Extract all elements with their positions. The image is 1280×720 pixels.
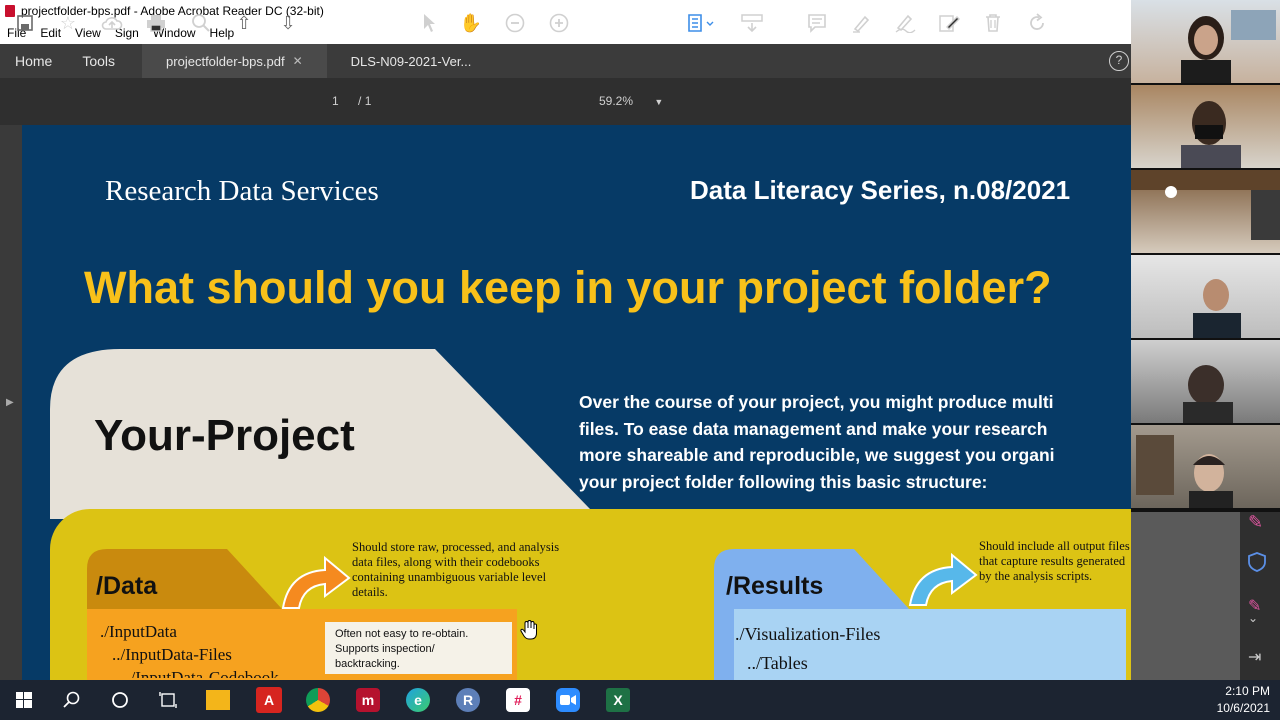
list-item: ../InputData-Codebook: [122, 668, 279, 678]
fill-sign-icon[interactable]: [894, 12, 916, 34]
delete-trash-icon[interactable]: [982, 12, 1004, 34]
chevron-down-icon: ▼: [654, 97, 664, 107]
clock-date: 10/6/2021: [1216, 701, 1270, 715]
comment-icon[interactable]: [806, 12, 828, 34]
hand-tool-icon[interactable]: ✋: [460, 12, 482, 34]
right-tools-rail: ✎ ✎ ⌄ ⇥: [1240, 512, 1280, 680]
zoom-level-select[interactable]: 59.2% ▼: [599, 94, 663, 108]
search-icon[interactable]: [60, 688, 84, 712]
highlight-pen-icon[interactable]: [850, 12, 872, 34]
excel-icon[interactable]: X: [606, 688, 630, 712]
slack-icon[interactable]: #: [506, 688, 530, 712]
participant-video-tile[interactable]: [1131, 0, 1280, 83]
close-tab-icon[interactable]: ✕: [293, 54, 303, 68]
results-folder-title: /Results: [726, 572, 824, 600]
edge-icon[interactable]: e: [406, 688, 430, 712]
prev-page-icon[interactable]: ⇧: [233, 12, 255, 34]
zoom-out-icon[interactable]: [504, 12, 526, 34]
acrobat-taskbar-icon[interactable]: A: [256, 687, 282, 713]
tab-projectfolder[interactable]: projectfolder-bps.pdf ✕: [142, 44, 327, 78]
intro-line: your project folder following this basic…: [579, 471, 988, 492]
pdf-page: Research Data Services Data Literacy Ser…: [22, 125, 1131, 680]
list-item: ../Tables: [747, 653, 808, 673]
zoom-search-icon[interactable]: [190, 12, 212, 34]
clock-time: 2:10 PM: [1225, 684, 1270, 698]
data-note-box: Often not easy to re-obtain. Supports in…: [325, 622, 512, 674]
next-page-icon[interactable]: ⇩: [277, 12, 299, 34]
edit-pdf-icon[interactable]: [938, 12, 960, 34]
upload-cloud-icon[interactable]: [101, 12, 123, 34]
results-folder-list: ./Visualization-Files ../Tables: [735, 620, 880, 678]
intro-paragraph: Over the course of your project, you mig…: [579, 389, 1131, 495]
tab-label: projectfolder-bps.pdf: [166, 53, 285, 69]
task-view-icon[interactable]: [156, 688, 180, 712]
participant-video-tile[interactable]: [1131, 425, 1280, 508]
chrome-icon[interactable]: [306, 688, 330, 712]
series-title: Data Literacy Series, n.08/2021: [690, 175, 1071, 205]
curved-arrow-icon: [281, 555, 351, 609]
page-total: / 1: [358, 94, 372, 108]
scroll-mode-icon[interactable]: [740, 12, 764, 34]
nav-tools[interactable]: Tools: [67, 53, 130, 69]
list-item: ../InputData-Files: [112, 645, 232, 664]
page-indicator: 1 / 1: [332, 94, 371, 108]
hand-cursor-icon: [520, 620, 537, 640]
select-cursor-icon[interactable]: [418, 12, 440, 34]
toolbar: [0, 78, 1131, 125]
save-icon[interactable]: [14, 12, 36, 34]
data-folder-list: ./InputData ../InputData-Files ../InputD…: [100, 620, 279, 678]
data-folder-title: /Data: [96, 572, 158, 600]
mendeley-icon[interactable]: m: [356, 688, 380, 712]
protect-shield-icon[interactable]: [1248, 552, 1266, 577]
data-folder-description: Should store raw, processed, and analysi…: [352, 540, 560, 599]
list-item: ./Visualization-Files: [735, 624, 881, 644]
collapse-panel-icon[interactable]: ⇥: [1248, 647, 1261, 667]
tab-label: DLS-N09-2021-Ver...: [350, 53, 472, 69]
sign-pen-icon[interactable]: ✎: [1248, 512, 1263, 533]
page-headline: What should you keep in your project fol…: [84, 262, 1052, 313]
cortana-icon[interactable]: [108, 688, 132, 712]
participant-video-tile[interactable]: [1131, 85, 1280, 168]
rotate-icon[interactable]: [1026, 12, 1048, 34]
zoom-level-value: 59.2%: [599, 94, 634, 108]
participant-video-tile[interactable]: [1131, 170, 1280, 253]
project-title: Your-Project: [94, 411, 355, 460]
participant-video-tile[interactable]: [1131, 340, 1280, 423]
expand-panel-icon[interactable]: ▶: [6, 397, 14, 408]
intro-line: files. To ease data management and make …: [579, 418, 1048, 439]
tab-bar: Home Tools projectfolder-bps.pdf ✕ DLS-N…: [0, 44, 1131, 78]
left-panel-collapsed[interactable]: ▶: [0, 125, 22, 680]
participant-video-tile[interactable]: [1131, 255, 1280, 338]
current-page-input[interactable]: 1: [332, 94, 339, 108]
intro-line: more shareable and reproducible, we sugg…: [579, 445, 1055, 465]
viewer-background-right: [1131, 512, 1240, 680]
intro-line: Over the course of your project, you mig…: [579, 392, 1054, 412]
video-participant-panel: [1131, 0, 1280, 512]
system-clock[interactable]: 2:10 PM 10/6/2021: [1217, 683, 1270, 717]
print-icon[interactable]: [145, 12, 167, 34]
bookmark-star-icon[interactable]: ☆: [57, 12, 79, 34]
tab-dls-n09[interactable]: DLS-N09-2021-Ver...: [327, 44, 496, 78]
zoom-app-icon[interactable]: [556, 688, 580, 712]
results-folder-description: Should include all output files that cap…: [979, 539, 1130, 583]
list-item: ./InputData: [100, 622, 177, 641]
nav-home[interactable]: Home: [0, 53, 67, 69]
org-name: Research Data Services: [105, 175, 379, 207]
file-explorer-icon[interactable]: [206, 690, 230, 710]
fit-page-icon[interactable]: [685, 12, 717, 34]
chevron-down-icon[interactable]: ⌄: [1248, 611, 1258, 625]
windows-start-icon[interactable]: [12, 688, 36, 712]
help-icon[interactable]: ?: [1109, 51, 1129, 71]
zoom-in-icon[interactable]: [548, 12, 570, 34]
r-studio-icon[interactable]: R: [456, 688, 480, 712]
windows-taskbar: A m e R # X 2:10 PM 10/6/2021: [0, 680, 1280, 720]
curved-arrow-icon: [908, 552, 978, 606]
